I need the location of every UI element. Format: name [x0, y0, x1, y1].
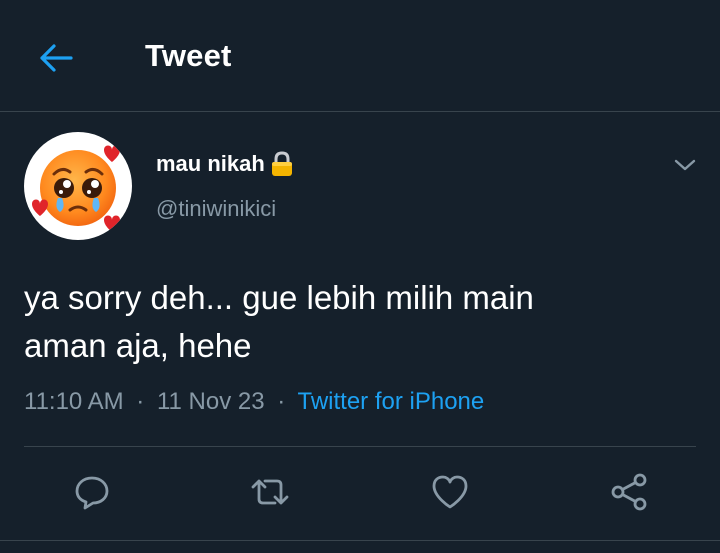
- page-title: Tweet: [145, 38, 232, 73]
- tweet-time[interactable]: 11:10 AM: [24, 388, 124, 415]
- lock-icon: [271, 151, 292, 176]
- tweet-date[interactable]: 11 Nov 23: [157, 388, 265, 415]
- author-handle[interactable]: @tiniwinikici: [156, 196, 276, 222]
- author-name-row[interactable]: mau nikah: [156, 150, 295, 178]
- share-button[interactable]: [608, 470, 652, 514]
- tweet-meta: 11:10 AM · 11 Nov 23 · Twitter for iPhon…: [24, 388, 484, 416]
- pleading-face-with-hearts-emoji: [32, 145, 120, 232]
- heart-icon: [432, 475, 468, 509]
- like-button[interactable]: [428, 470, 472, 514]
- retweet-icon: [251, 479, 289, 505]
- tweet-text-line: aman aja, hehe: [24, 327, 252, 364]
- arrow-left-icon: [40, 44, 73, 72]
- reply-button[interactable]: [70, 470, 114, 514]
- divider: [0, 540, 720, 541]
- back-button[interactable]: [34, 36, 78, 80]
- meta-separator: ·: [277, 388, 286, 415]
- chevron-down-icon: [674, 159, 696, 171]
- tweet-detail-screen: Tweet mau nikah @tiniwinikici ya sorry d…: [0, 0, 720, 553]
- tweet-text-line: ya sorry deh... gue lebih milih main: [24, 279, 534, 316]
- header-bar: Tweet: [0, 0, 720, 112]
- divider: [24, 446, 696, 447]
- reply-icon: [75, 476, 109, 510]
- tweet-text: ya sorry deh... gue lebih milih main ama…: [24, 274, 694, 370]
- share-icon: [611, 473, 647, 511]
- author-name: mau nikah: [156, 151, 265, 176]
- tweet-source-link[interactable]: Twitter for iPhone: [298, 388, 485, 415]
- meta-separator: ·: [136, 388, 145, 415]
- retweet-button[interactable]: [248, 470, 292, 514]
- more-options-button[interactable]: [668, 150, 702, 180]
- avatar[interactable]: [24, 132, 132, 240]
